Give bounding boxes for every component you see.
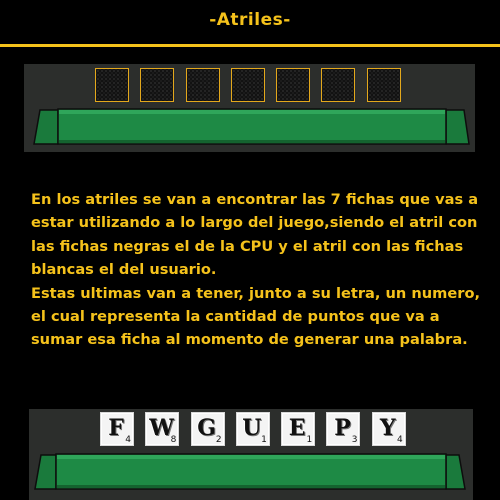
cpu-tile <box>140 68 175 102</box>
tile-points: 1 <box>261 435 267 445</box>
user-tile[interactable]: P3 <box>326 412 361 446</box>
cpu-tile <box>321 68 356 102</box>
user-tile-row: F4 W8 G2 U1 E1 P3 Y4 <box>100 412 417 446</box>
user-tile[interactable]: E1 <box>281 412 316 446</box>
user-tile[interactable]: W8 <box>145 412 180 446</box>
user-rack: F4 W8 G2 U1 E1 P3 Y4 <box>29 409 473 500</box>
page-title: -Atriles- <box>209 10 291 30</box>
cpu-tile <box>95 68 129 102</box>
user-tile[interactable]: F4 <box>100 412 134 446</box>
tile-points: 2 <box>215 435 222 445</box>
description-paragraph-2: Estas ultimas van a tener, junto a su le… <box>31 284 481 349</box>
tile-points: 1 <box>306 435 313 445</box>
cpu-tile <box>185 68 220 102</box>
tile-points: 8 <box>170 435 177 445</box>
title-divider <box>0 44 500 47</box>
description-text: En los atriles se van a encontrar las 7 … <box>31 188 491 352</box>
tile-points: 4 <box>125 435 131 445</box>
cpu-tile <box>276 68 311 102</box>
cpu-rack <box>24 64 475 152</box>
cpu-tile <box>366 68 401 102</box>
cpu-tile <box>230 68 265 102</box>
tile-points: 3 <box>351 435 358 445</box>
user-tile[interactable]: G2 <box>190 412 225 446</box>
user-tile[interactable]: U1 <box>235 412 270 446</box>
tile-points: 4 <box>397 435 403 445</box>
user-tile[interactable]: Y4 <box>371 412 406 446</box>
description-paragraph-1: En los atriles se van a encontrar las 7 … <box>31 191 479 279</box>
cpu-tile-row <box>95 68 412 102</box>
